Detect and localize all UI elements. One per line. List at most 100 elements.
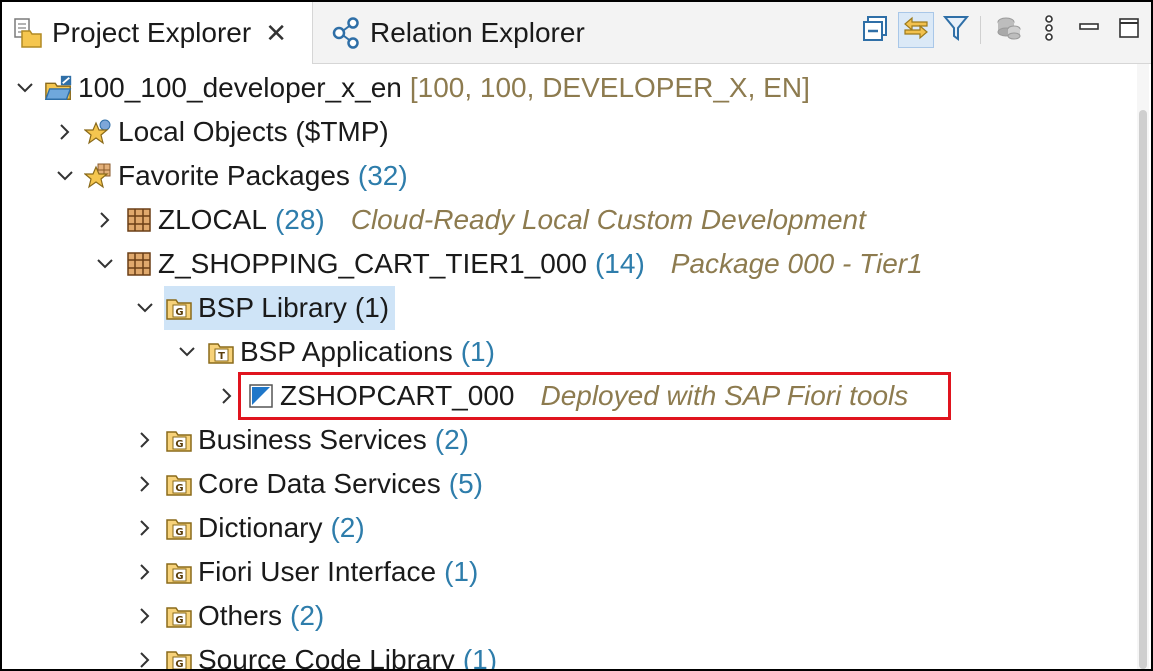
item-count: (32) <box>357 160 408 191</box>
chevron-right-icon[interactable] <box>132 515 158 541</box>
tree-item-label: Z_SHOPPING_CART_TIER1_000 <box>158 248 587 279</box>
chevron-right-icon[interactable] <box>132 471 158 497</box>
tree-item-label: Favorite Packages <box>118 160 350 191</box>
group-folder-icon: G <box>164 293 194 323</box>
package-icon <box>124 249 154 279</box>
maximize-icon <box>1117 14 1141 47</box>
collapse-all-icon <box>862 14 890 47</box>
chevron-down-icon[interactable] <box>52 163 78 189</box>
group-folder-icon: G <box>164 645 194 670</box>
project-explorer-view: Project Explorer ✕ Relation Explorer 100… <box>0 0 1153 671</box>
tab-relation-explorer-label: Relation Explorer <box>370 17 585 48</box>
tab-project-explorer-label: Project Explorer <box>52 17 252 48</box>
tree-item-fiori-user-interface[interactable]: G Fiori User Interface (1) <box>132 550 478 594</box>
tree-item-label: Local Objects ($TMP) <box>118 116 389 147</box>
filter-button[interactable] <box>938 12 974 48</box>
group-folder-icon: G <box>164 513 194 543</box>
close-icon[interactable]: ✕ <box>265 18 287 49</box>
chevron-right-icon[interactable] <box>132 559 158 585</box>
chevron-right-icon[interactable] <box>214 383 240 409</box>
tree-item-dictionary[interactable]: G Dictionary (2) <box>132 506 365 550</box>
svg-text:G: G <box>175 659 183 670</box>
tree-item-label: Fiori User Interface <box>198 556 437 587</box>
tree-item-label: Others <box>198 600 283 631</box>
scrollbar-thumb[interactable] <box>1139 110 1147 669</box>
svg-text:G: G <box>175 483 183 494</box>
item-count: (1) <box>444 556 479 587</box>
abap-project-icon <box>44 73 74 103</box>
tree-item-label: Dictionary <box>198 512 323 543</box>
sync-icon <box>995 14 1023 47</box>
type-folder-icon: T <box>206 337 236 367</box>
tree-item-zshopping-cart-package[interactable]: Z_SHOPPING_CART_TIER1_000 (14) Package 0… <box>92 242 923 286</box>
collapse-all-button[interactable] <box>858 12 894 48</box>
chevron-right-icon[interactable] <box>132 427 158 453</box>
favorite-packages-star-icon <box>84 161 114 191</box>
item-count: (2) <box>434 424 469 455</box>
minimize-icon <box>1077 14 1101 47</box>
group-folder-icon: G <box>164 425 194 455</box>
view-toolbar <box>854 10 1147 50</box>
tree-item-label: 100_100_developer_x_en <box>78 72 402 103</box>
svg-text:G: G <box>175 615 183 626</box>
svg-text:G: G <box>175 571 183 582</box>
link-with-editor-button[interactable] <box>898 12 934 48</box>
svg-text:G: G <box>175 439 183 450</box>
svg-text:T: T <box>218 351 225 362</box>
filter-icon <box>942 14 970 47</box>
minimize-button[interactable] <box>1071 12 1107 48</box>
tab-relation-explorer[interactable]: Relation Explorer <box>320 2 620 64</box>
tree-item-source-code-library[interactable]: G Source Code Library (1) <box>132 638 498 671</box>
chevron-right-icon[interactable] <box>52 119 78 145</box>
tree-item-favorite-packages[interactable]: Favorite Packages (32) <box>52 154 408 198</box>
tree-item-label: BSP Library <box>198 292 347 323</box>
tree-item-local-objects[interactable]: Local Objects ($TMP) <box>52 110 389 154</box>
maximize-button[interactable] <box>1111 12 1147 48</box>
selection-highlight: G BSP Library (1) <box>164 286 396 330</box>
view-menu-icon <box>1042 14 1056 47</box>
project-explorer-icon <box>12 17 44 49</box>
tree-item-label: BSP Applications <box>240 336 453 367</box>
view-menu-button[interactable] <box>1031 12 1067 48</box>
sync-button[interactable] <box>991 12 1027 48</box>
group-folder-icon: G <box>164 601 194 631</box>
tab-project-explorer[interactable]: Project Explorer ✕ <box>2 2 313 64</box>
vertical-scrollbar[interactable] <box>1137 64 1149 669</box>
item-count: (14) <box>594 248 645 279</box>
project-tree: 100_100_developer_x_en [100, 100, DEVELO… <box>2 64 1135 669</box>
tree-item-zlocal[interactable]: ZLOCAL (28) Cloud-Ready Local Custom Dev… <box>92 198 866 242</box>
tree-item-system-root[interactable]: 100_100_developer_x_en [100, 100, DEVELO… <box>12 66 810 110</box>
local-objects-star-icon <box>84 117 114 147</box>
tree-item-label: Business Services <box>198 424 427 455</box>
chevron-right-icon[interactable] <box>132 603 158 629</box>
package-icon <box>124 205 154 235</box>
tree-item-core-data-services[interactable]: G Core Data Services (5) <box>132 462 483 506</box>
chevron-right-icon[interactable] <box>132 647 158 669</box>
tree-item-label: Core Data Services <box>198 468 441 499</box>
group-folder-icon: G <box>164 469 194 499</box>
group-folder-icon: G <box>164 557 194 587</box>
tree-item-bsp-library[interactable]: G BSP Library (1) <box>132 286 396 330</box>
package-description: Cloud-Ready Local Custom Development <box>350 204 866 235</box>
item-count: (2) <box>290 600 325 631</box>
tree-item-bsp-applications[interactable]: T BSP Applications (1) <box>174 330 495 374</box>
chevron-down-icon[interactable] <box>174 339 200 365</box>
link-with-editor-icon <box>901 14 931 47</box>
package-description: Package 000 - Tier1 <box>670 248 923 279</box>
chevron-down-icon[interactable] <box>132 295 158 321</box>
tree-item-business-services[interactable]: G Business Services (2) <box>132 418 469 462</box>
item-count: (1) <box>462 644 498 671</box>
system-info: [100, 100, DEVELOPER_X, EN] <box>409 72 810 103</box>
chevron-down-icon[interactable] <box>92 251 118 277</box>
chevron-down-icon[interactable] <box>12 75 38 101</box>
chevron-right-icon[interactable] <box>92 207 118 233</box>
item-count: (1) <box>460 336 495 367</box>
svg-text:G: G <box>175 527 183 538</box>
item-count: (5) <box>448 468 483 499</box>
tab-bar: Project Explorer ✕ Relation Explorer <box>2 2 1151 64</box>
tree-item-others[interactable]: G Others (2) <box>132 594 324 638</box>
item-count: (28) <box>274 204 325 235</box>
highlight-annotation-box <box>238 372 951 420</box>
relation-explorer-icon <box>330 17 362 49</box>
item-count: (2) <box>330 512 365 543</box>
